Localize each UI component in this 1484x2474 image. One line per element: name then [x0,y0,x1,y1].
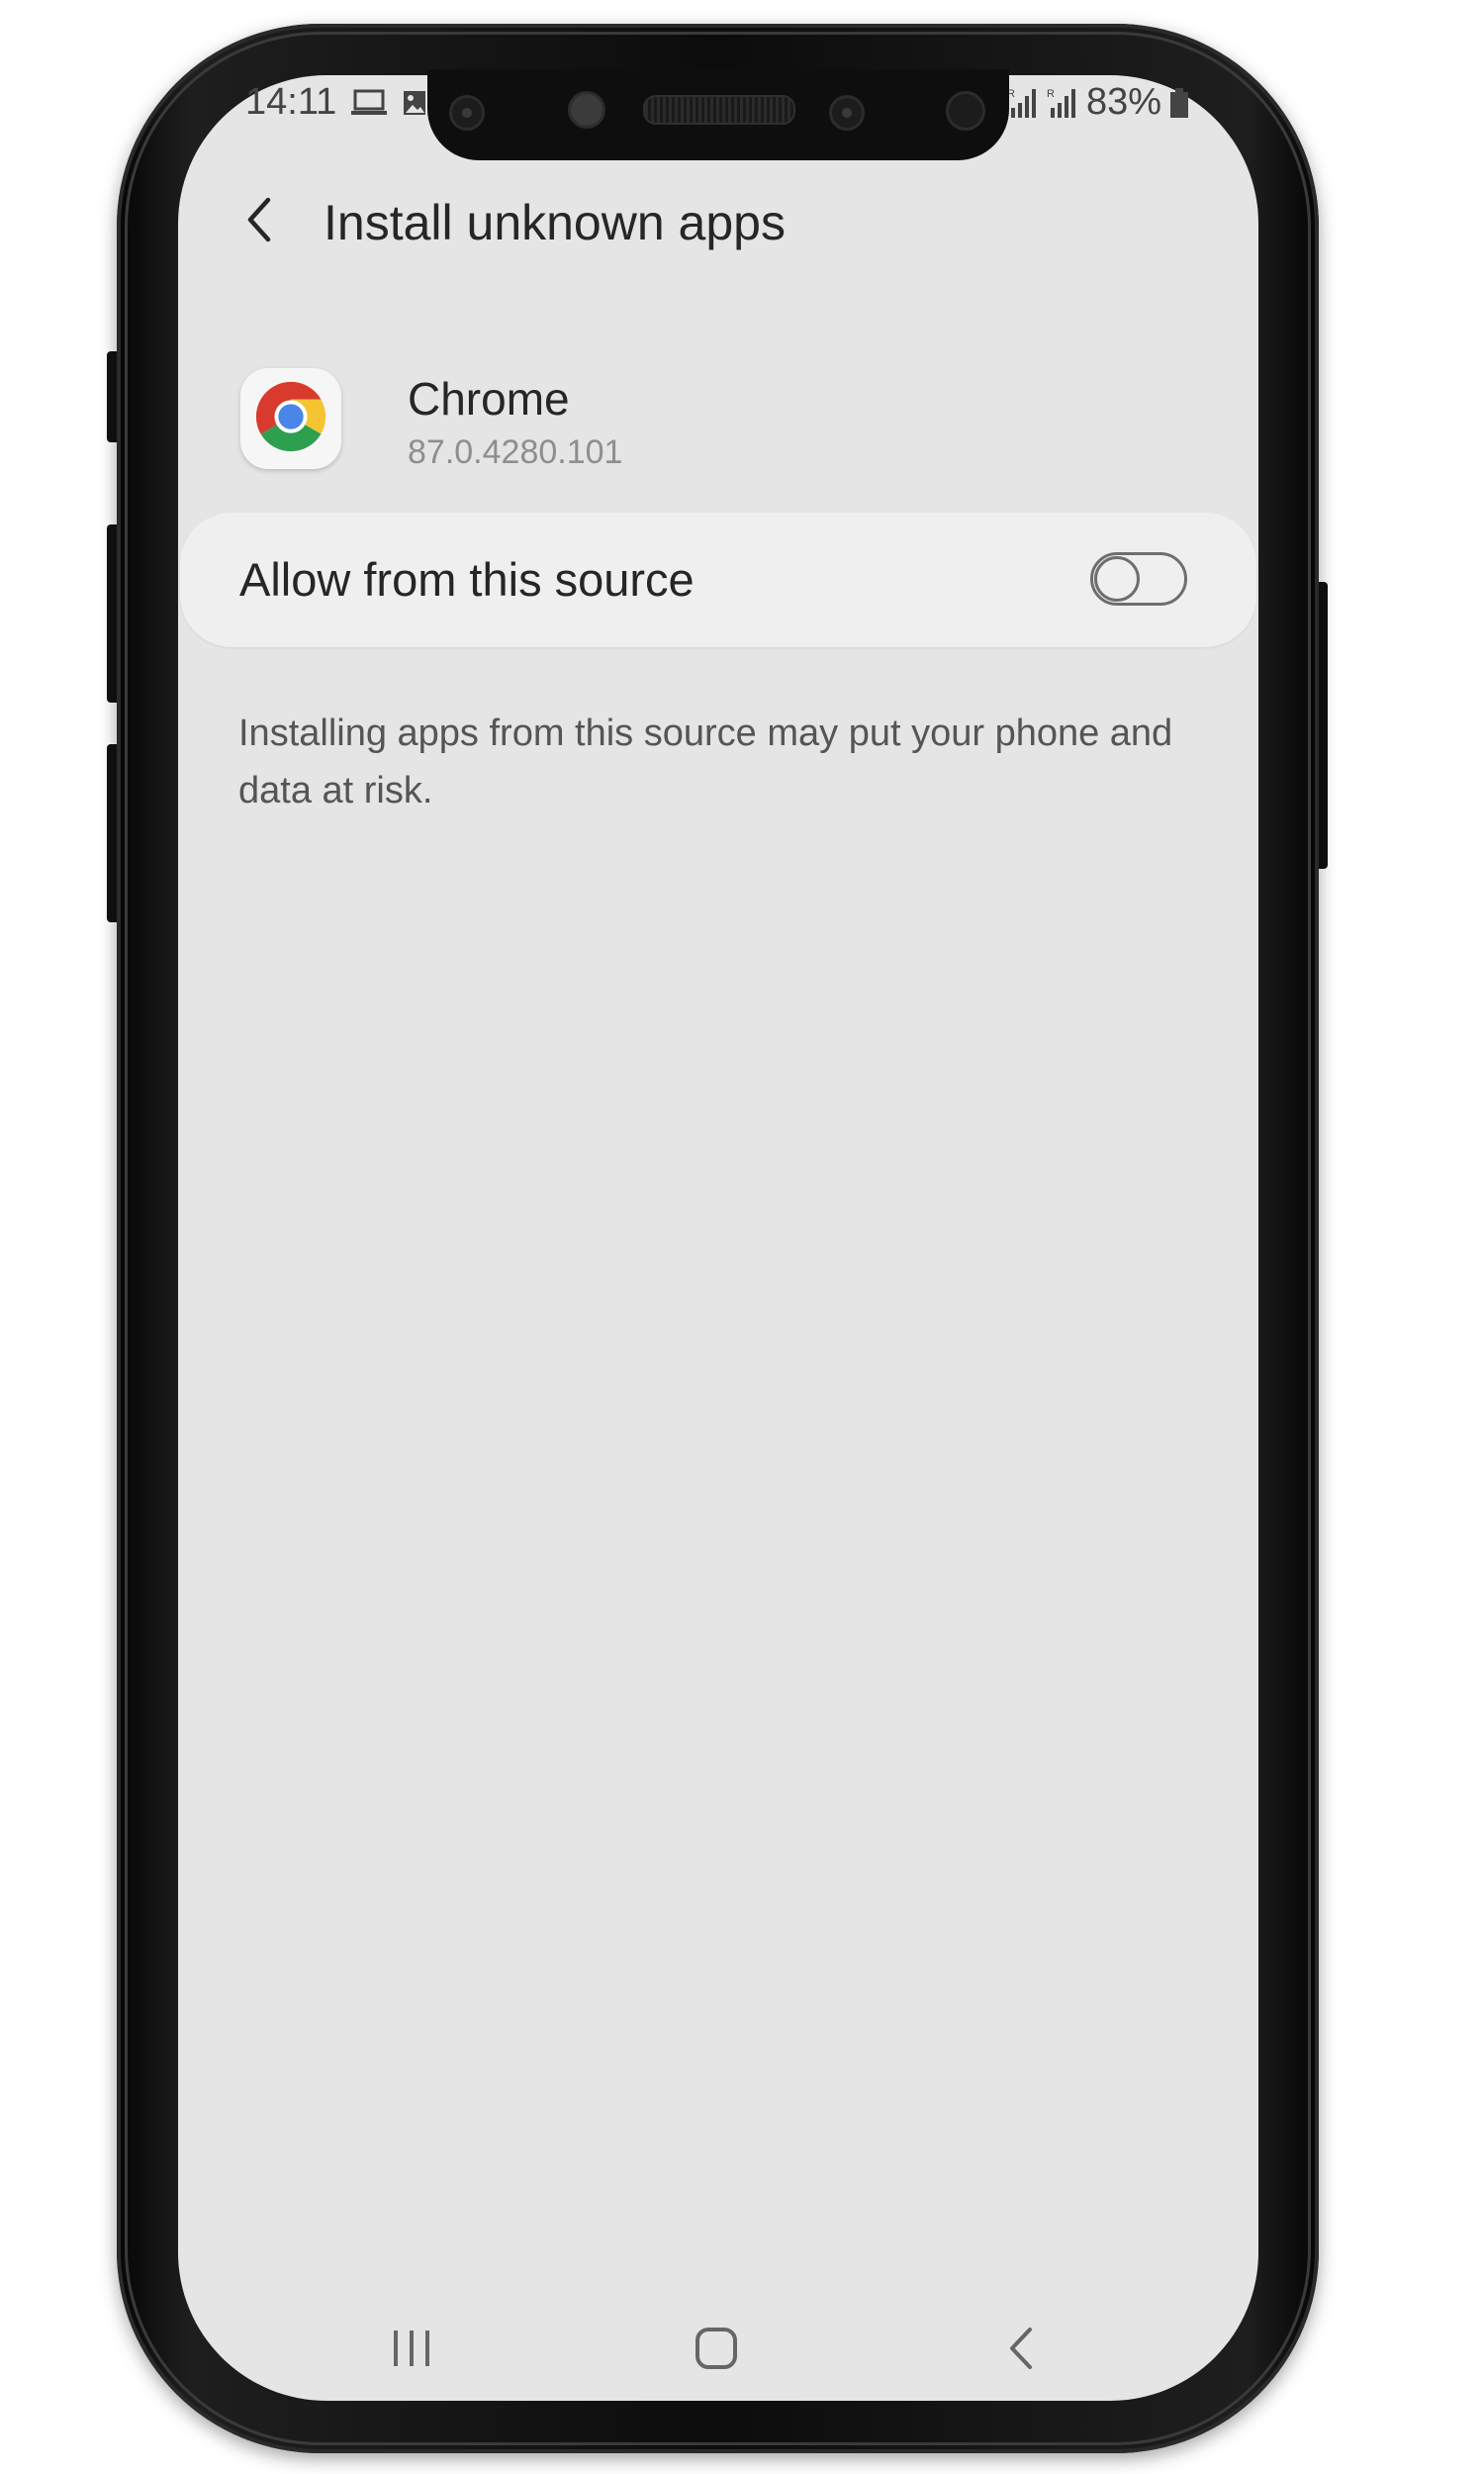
allow-from-source-toggle[interactable] [1090,552,1187,606]
recents-button[interactable] [372,2316,451,2385]
chrome-icon [252,378,329,460]
front-camera-icon [449,95,485,131]
home-icon [694,2326,739,2376]
status-time: 14:11 [245,81,337,123]
back-button[interactable] [230,190,289,253]
toggle-knob [1094,556,1140,602]
battery-icon [1169,87,1189,119]
allow-from-source-label: Allow from this source [239,553,695,606]
chevron-left-icon [244,196,274,248]
earpiece-speaker [643,95,795,125]
camera-notch [427,69,1009,160]
sensor-icon [946,91,985,131]
status-bar-right: R R 83% [1007,81,1189,124]
recents-icon [390,2328,433,2374]
warning-text: Installing apps from this source may put… [238,713,1173,811]
laptop-icon [350,88,388,118]
app-icon-container [240,368,341,469]
status-bar-left: 14:11 [245,81,427,124]
signal-icon: R [1007,86,1039,120]
battery-percent: 83% [1086,81,1162,123]
page-title: Install unknown apps [324,195,786,250]
app-version: 87.0.4280.101 [408,433,623,471]
sensor-icon [568,91,605,129]
image-icon [402,88,427,118]
allow-from-source-setting[interactable]: Allow from this source [180,513,1256,647]
device-frame: 14:11 R R 83% Install unknown apps Chrom… [0,0,1484,2474]
signal-icon: R [1047,86,1078,120]
nav-back-button[interactable] [981,2316,1061,2385]
home-button[interactable] [677,2316,756,2385]
front-camera-icon [829,95,865,131]
app-name: Chrome [408,373,570,425]
back-icon [1006,2326,1036,2376]
svg-text:R: R [1047,88,1055,100]
